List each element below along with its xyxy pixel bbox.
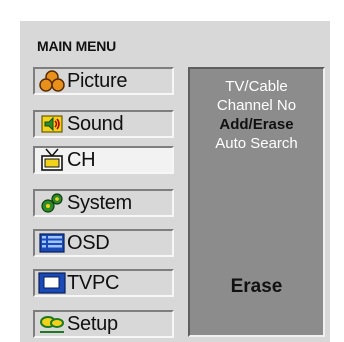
submenu-panel: TV/Cable Channel No Add/Erase Auto Searc…: [188, 67, 325, 337]
add-erase-value[interactable]: Erase: [190, 276, 323, 298]
picture-icon: [37, 69, 67, 93]
menu-item-tvpc[interactable]: TVPC: [33, 269, 174, 297]
menu-item-osd[interactable]: OSD: [33, 229, 174, 257]
submenu-list: TV/Cable Channel No Add/Erase Auto Searc…: [190, 77, 323, 153]
menu-item-label: CH: [67, 148, 96, 171]
menu-item-label: TVPC: [67, 271, 120, 294]
gears-icon: [37, 191, 67, 215]
menu-item-ch[interactable]: CH: [33, 146, 174, 174]
submenu-item-auto-search[interactable]: Auto Search: [190, 134, 323, 153]
submenu-item-tv-cable[interactable]: TV/Cable: [190, 77, 323, 96]
menu-item-setup[interactable]: Setup: [33, 310, 174, 338]
menu-item-label: Sound: [67, 112, 124, 135]
menu-item-label: System: [67, 191, 132, 214]
main-menu-title: MAIN MENU: [37, 38, 117, 54]
menu-item-label: OSD: [67, 231, 110, 254]
menu-item-label: Setup: [67, 312, 118, 335]
osd-list-icon: [37, 231, 67, 255]
menu-item-system[interactable]: System: [33, 189, 174, 217]
monitor-icon: [37, 271, 67, 295]
submenu-item-add-erase[interactable]: Add/Erase: [190, 115, 323, 134]
speaker-icon: [37, 112, 67, 136]
menu-item-sound[interactable]: Sound: [33, 110, 174, 138]
menu-item-label: Picture: [67, 69, 128, 92]
tv-antenna-icon: [37, 148, 67, 172]
menu-item-picture[interactable]: Picture: [33, 67, 174, 95]
setup-icon: [37, 312, 67, 336]
submenu-item-channel-no[interactable]: Channel No: [190, 96, 323, 115]
